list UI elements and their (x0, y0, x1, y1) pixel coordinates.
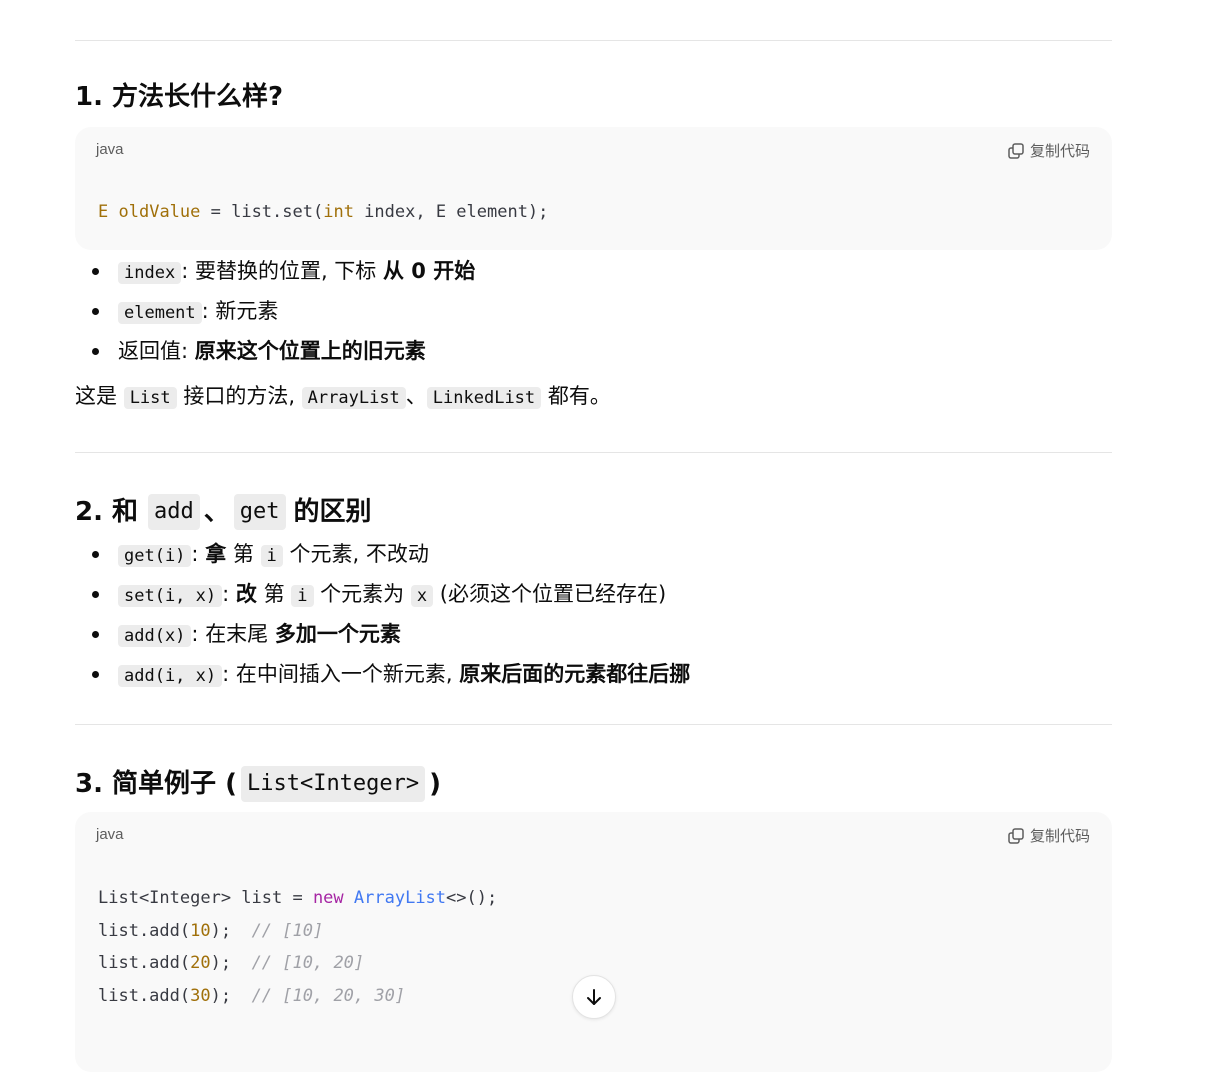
copy-icon (1008, 827, 1024, 844)
divider (75, 724, 1112, 725)
code-block-2: java 复制代码 List<Integer> list = new Array… (75, 812, 1112, 1072)
copy-code-button[interactable]: 复制代码 (1007, 140, 1090, 161)
code-line: list.add(10); // [10] (98, 920, 324, 941)
copy-icon (1008, 142, 1024, 159)
bullet-list-2: get(i): 拿 第 i 个元素, 不改动 set(i, x): 改 第 i … (75, 535, 690, 695)
list-item: add(x): 在末尾 多加一个元素 (91, 615, 690, 655)
code-language-label: java (96, 826, 124, 843)
list-item: element: 新元素 (91, 292, 475, 332)
list-item: set(i, x): 改 第 i 个元素为 x (必须这个位置已经存在) (91, 575, 690, 615)
list-item: 返回值: 原来这个位置上的旧元素 (91, 332, 475, 370)
code-line: E oldValue = list.set(int index, E eleme… (98, 202, 549, 222)
list-item: add(i, x): 在中间插入一个新元素, 原来后面的元素都往后挪 (91, 655, 690, 695)
code-line: List<Integer> list = new ArrayList<>(); (98, 888, 498, 908)
section-heading-2: 2. 和 add 、 get 的区别 (75, 494, 372, 530)
arrow-down-icon (587, 989, 601, 1005)
section-heading-3: 3. 简单例子 ( List<Integer> ) (75, 766, 441, 802)
list-item: index: 要替换的位置, 下标 从 0 开始 (91, 252, 475, 292)
code-content: E oldValue = list.set(int index, E eleme… (98, 196, 548, 229)
bullet-list-1: index: 要替换的位置, 下标 从 0 开始 element: 新元素 返回… (75, 252, 475, 370)
scroll-to-bottom-button[interactable] (572, 975, 616, 1019)
divider (75, 452, 1112, 453)
list-item: get(i): 拿 第 i 个元素, 不改动 (91, 535, 690, 575)
code-content: List<Integer> list = new ArrayList<>(); l… (98, 882, 497, 1012)
divider (75, 40, 1112, 41)
code-line: list.add(20); // [10, 20] (98, 953, 365, 973)
code-line: list.add(30); // [10, 20, 30] (98, 985, 406, 1006)
paragraph: 这是 List 接口的方法, ArrayList、 LinkedList 都有。 (75, 384, 611, 409)
code-block-1: java 复制代码 E oldValue = list.set(int inde… (75, 127, 1112, 250)
code-language-label: java (96, 141, 124, 158)
copy-code-button[interactable]: 复制代码 (1007, 825, 1090, 846)
section-heading-1: 1. 方法长什么样? (75, 82, 284, 112)
